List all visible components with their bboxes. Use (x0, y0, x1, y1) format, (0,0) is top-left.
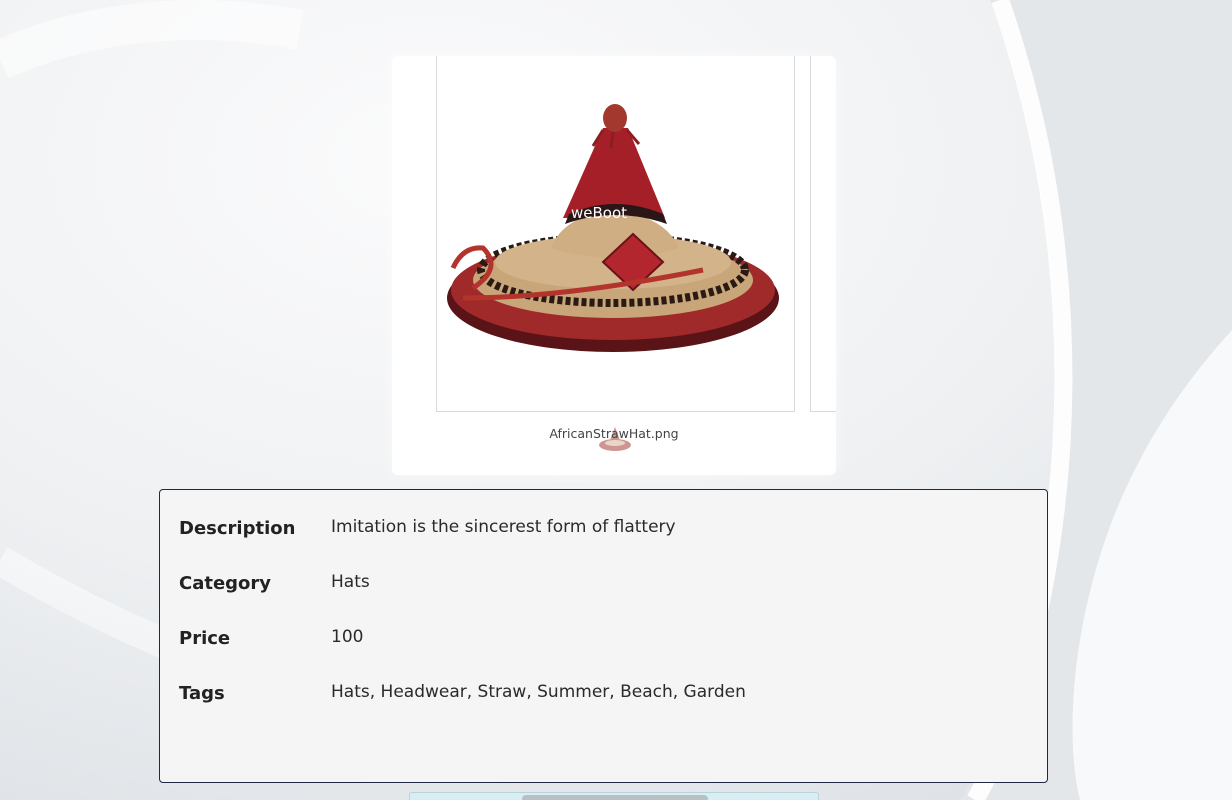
image-carousel: weBoot AfricanStrawHat.png (392, 56, 836, 475)
details-row-category: Category Hats (179, 572, 1029, 603)
details-row-price: Price 100 (179, 627, 1029, 658)
image-slide[interactable]: weBoot (436, 56, 795, 412)
image-file-name: AfricanStrawHat.png (549, 426, 679, 441)
price-label: Price (179, 628, 231, 649)
product-details-panel: Description Imitation is the sincerest f… (159, 489, 1048, 783)
description-label: Description (179, 518, 296, 539)
category-label: Category (179, 573, 272, 594)
details-row-description: Description Imitation is the sincerest f… (179, 517, 1029, 548)
hat-brand-text: weBoot (571, 204, 627, 222)
bottom-action-bar[interactable] (409, 792, 819, 800)
price-value: 100 (331, 627, 364, 647)
tags-label: Tags (179, 683, 225, 704)
category-value: Hats (331, 572, 370, 592)
hat-product-image: weBoot (447, 104, 779, 352)
description-value: Imitation is the sincerest form of flatt… (331, 517, 676, 537)
details-row-tags: Tags Hats, Headwear, Straw, Summer, Beac… (179, 682, 1029, 713)
next-image-slide[interactable] (810, 56, 836, 412)
tags-value: Hats, Headwear, Straw, Summer, Beach, Ga… (331, 682, 746, 702)
bottom-action-handle[interactable] (522, 795, 708, 800)
